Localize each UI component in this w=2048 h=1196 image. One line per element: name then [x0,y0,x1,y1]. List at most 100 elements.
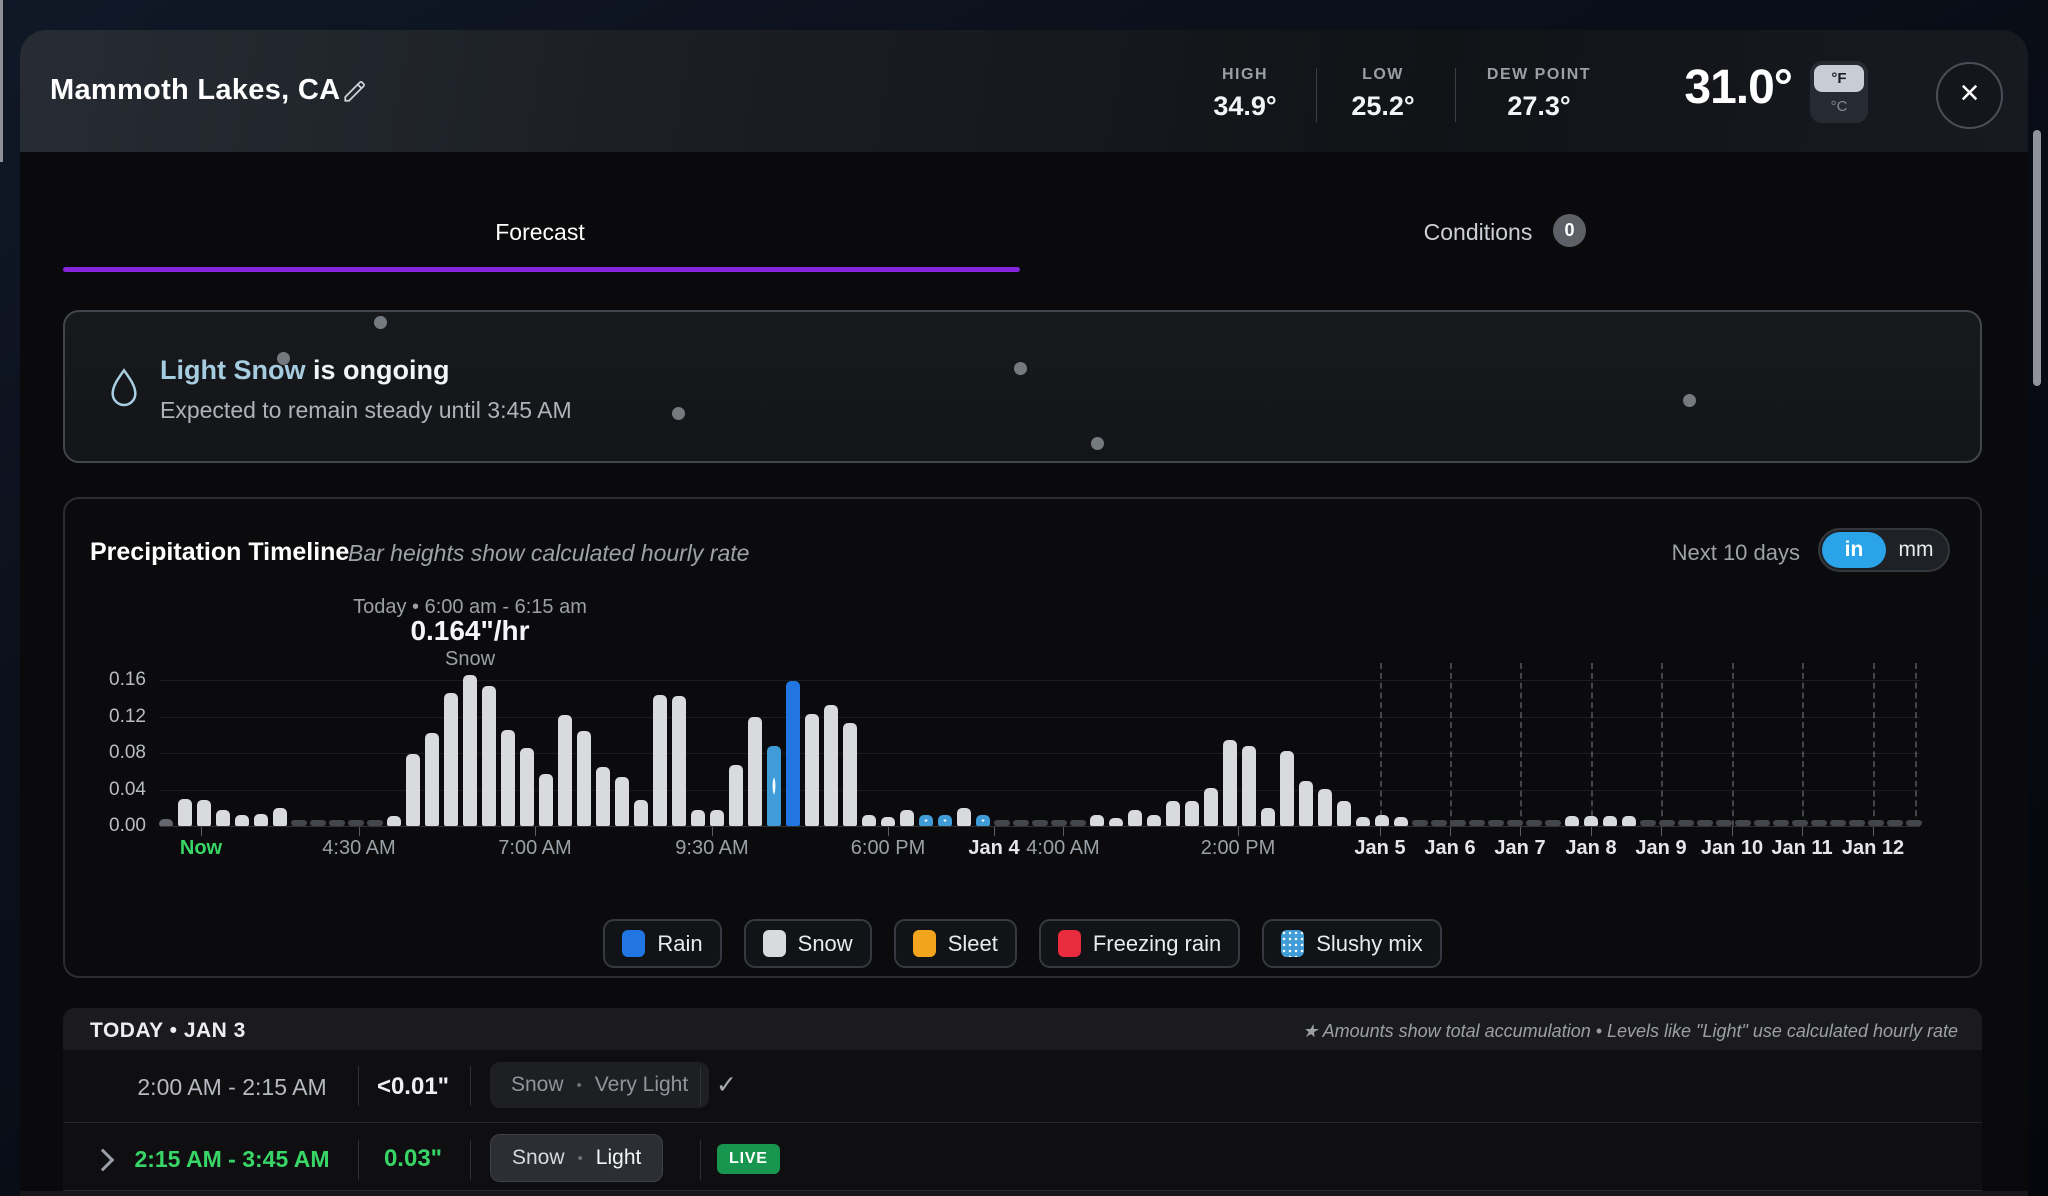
precip-bar[interactable] [843,723,857,826]
precip-bar[interactable] [1507,820,1523,826]
legend-item-snow[interactable]: Snow [744,919,872,968]
precip-bar[interactable] [1716,820,1732,826]
precip-bar[interactable] [994,820,1010,826]
precip-bar[interactable] [329,820,345,826]
precip-bar[interactable] [615,777,629,826]
precip-bar[interactable] [1223,740,1237,826]
precip-bar[interactable] [672,696,686,826]
precip-bar[interactable] [1318,789,1332,826]
precip-bar[interactable] [577,731,591,826]
precip-bar[interactable] [1242,746,1256,826]
precip-bar[interactable] [653,695,667,826]
precip-bar[interactable] [729,765,743,826]
precip-bar[interactable] [291,820,307,826]
precip-bar[interactable] [1488,820,1504,826]
precip-bar[interactable] [1013,820,1029,826]
precip-bar[interactable] [1754,820,1770,826]
precip-bar[interactable] [596,767,610,826]
precip-bar[interactable] [1394,817,1408,826]
precip-bar[interactable] [1070,820,1086,826]
precip-bar[interactable] [1603,816,1617,826]
row-time-range[interactable]: 2:15 AM - 3:45 AM [117,1146,347,1173]
precip-bar[interactable] [710,810,724,826]
precip-bar[interactable] [881,817,895,826]
precip-bar[interactable] [1090,815,1104,826]
precip-bar[interactable] [1678,820,1694,826]
precip-bar[interactable] [767,746,781,826]
precip-bar[interactable] [634,800,648,826]
precip-bar[interactable] [1469,820,1485,826]
precip-bar[interactable] [1280,751,1294,826]
precip-bar[interactable] [216,810,230,826]
precip-bar[interactable] [957,808,971,826]
precip-bar[interactable] [1147,815,1161,826]
legend-item-sleet[interactable]: Sleet [894,919,1017,968]
legend-item-slush[interactable]: Slushy mix [1262,919,1441,968]
precip-bar[interactable] [805,714,819,826]
precip-bar[interactable] [1032,820,1048,826]
precip-bar[interactable] [1773,820,1789,826]
precip-bar[interactable] [425,733,439,826]
precip-bar[interactable] [938,815,952,826]
precip-bar[interactable] [1204,788,1218,826]
precip-bar[interactable] [976,815,990,826]
precip-bar[interactable] [1735,820,1751,826]
precip-bar[interactable] [1185,801,1199,826]
precip-bar[interactable] [691,810,705,826]
precip-bar[interactable] [1261,808,1275,826]
precip-bar[interactable] [1849,820,1865,826]
legend-item-freeze[interactable]: Freezing rain [1039,919,1240,968]
precip-bar[interactable] [406,754,420,826]
precip-bar[interactable] [197,800,211,826]
precip-bar[interactable] [919,815,933,826]
precip-bar[interactable] [367,820,383,826]
precip-bar[interactable] [235,815,249,826]
precip-bar[interactable] [1109,818,1123,826]
precip-bar[interactable] [1830,820,1846,826]
precip-bar[interactable] [387,816,401,826]
precip-bar[interactable] [824,705,838,826]
legend-item-rain[interactable]: Rain [603,919,721,968]
precip-bar[interactable] [1337,801,1351,826]
precip-bar[interactable] [1887,820,1903,826]
precip-bar[interactable] [1356,817,1370,826]
precip-bar[interactable] [1640,820,1656,826]
precip-bar[interactable] [273,808,287,826]
precip-bar[interactable] [1811,820,1827,826]
precip-bar[interactable] [463,675,477,826]
precip-bar[interactable] [178,799,192,826]
precip-bar[interactable] [1697,820,1713,826]
precip-bar[interactable] [310,820,326,826]
precip-bar[interactable] [1051,820,1067,826]
precip-bar[interactable] [1375,815,1389,826]
precip-bar[interactable] [1659,820,1675,826]
precip-bar[interactable] [1450,820,1466,826]
precip-bar[interactable] [1412,820,1428,826]
precip-bar[interactable] [159,819,173,826]
precip-bar[interactable] [501,730,515,826]
precip-bar[interactable] [558,715,572,826]
precip-bar[interactable] [1166,801,1180,826]
precip-bar[interactable] [748,717,762,826]
precip-bar[interactable] [862,815,876,826]
precip-bar[interactable] [1906,820,1922,826]
precip-bar[interactable] [900,810,914,826]
precip-bar[interactable] [1868,820,1884,826]
precip-bar[interactable] [520,748,534,826]
precip-bar[interactable] [1128,810,1142,826]
precip-bar[interactable] [482,686,496,826]
precip-bar[interactable] [348,820,364,826]
precip-bar[interactable] [1431,820,1447,826]
precip-bar[interactable] [254,814,268,826]
precip-bar[interactable] [1526,820,1542,826]
precip-bar[interactable] [1565,816,1579,826]
precip-bar[interactable] [444,693,458,826]
precip-bar[interactable] [539,774,553,826]
precip-bar[interactable] [1299,781,1313,826]
precip-bar[interactable] [1545,820,1561,826]
precip-bar[interactable] [786,681,800,826]
scrollbar-thumb[interactable] [2033,130,2041,386]
precip-bar[interactable] [1792,820,1808,826]
precip-bar[interactable] [1622,816,1636,826]
precip-bar[interactable] [1584,816,1598,826]
